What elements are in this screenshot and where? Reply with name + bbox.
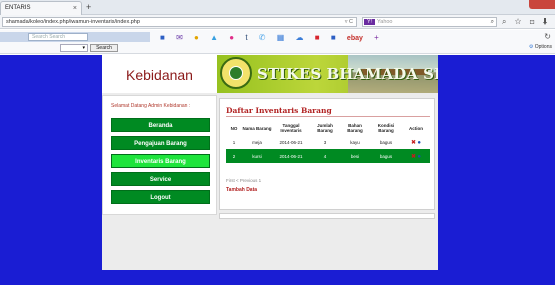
calendar-icon[interactable]: ▦ [277,32,285,43]
column-header: Jumlah Barang [317,123,333,133]
main-content: Daftar Inventaris Barang NO Nama Barang … [219,98,435,210]
sidebar-item-beranda[interactable]: Beranda [111,118,210,132]
site-banner: STIKES BHAMADA SLAWI [217,55,438,93]
footer-bar [219,213,435,219]
url-text: shamada/koleo/index.php/iwamun-inventari… [6,19,140,25]
flickr-icon[interactable]: ● [229,32,234,43]
cell-kondisi: bagus [379,140,393,145]
cell-tanggal: 2014-06-21 [279,140,303,145]
page-background: Kebidanan STIKES BHAMADA SLAWI Selamat D… [0,55,555,285]
add-icon[interactable]: + [374,32,379,43]
mail-icon[interactable]: ✉ [176,32,183,43]
sidebar-item-inventaris-barang[interactable]: Inventaris Barang [111,154,210,168]
cell-bahan: kayu [350,140,360,145]
site-brand: Kebidanan [126,67,193,83]
browser-tab[interactable]: ENTARIS × [0,1,82,15]
sidebar: Selamat Datang Admin Kebidanan : Beranda… [102,95,217,215]
delete-icon[interactable]: ✖ [411,139,416,146]
page-title: Daftar Inventaris Barang [226,106,332,115]
cell-nama: meja [252,140,262,145]
address-bar[interactable]: shamada/koleo/index.php/iwamun-inventari… [2,17,357,27]
image-icon[interactable]: ▲ [210,32,218,43]
search-icon[interactable]: ■ [160,32,165,43]
window-close-button[interactable] [529,0,555,9]
ebay-icon[interactable]: ebay [347,33,363,44]
cell-no: 2 [226,149,242,163]
browser-tab-bar: ENTARIS × + [0,0,555,15]
addon-toolbar: Search Search ▾ Search ■ ✉ ● ▲ ● t ✆ ▦ ☁… [0,30,555,54]
close-tab-icon[interactable]: × [73,2,77,15]
table-header-row: NO Nama Barang Tanggal Inventaris Jumlah… [226,120,430,136]
column-header: Nama Barang [242,125,272,131]
options-icon: ⚙ [528,44,534,50]
column-header: Kondisi Barang [377,123,395,133]
inventory-table: NO Nama Barang Tanggal Inventaris Jumlah… [226,120,430,163]
toolbar-dropdown[interactable]: ▾ [60,44,88,52]
sidebar-item-pengajuan-barang[interactable]: Pengajuan Barang [111,136,210,150]
weather-icon[interactable]: ☁ [296,32,304,43]
toolbar-options[interactable]: ⚙ Options [529,44,552,50]
add-data-link[interactable]: Tambah Data [226,187,257,193]
welcome-text: Selamat Datang Admin Kebidanan : [111,103,191,109]
campus-logo-icon [220,57,252,89]
cell-nama: kursi [242,149,272,163]
edit-icon[interactable]: ● [417,140,421,146]
edit-icon[interactable]: ● [417,154,421,160]
search-icon[interactable]: ⌕ [491,18,494,26]
column-header: Action [409,125,423,131]
logo-emblem [229,66,243,80]
toolbar-search-input[interactable]: Search Search [28,33,88,41]
column-header: NO [230,125,238,131]
reload-icon[interactable]: ▿ C [345,18,353,26]
column-header: Bahan Barang [347,123,363,133]
browser-search-input[interactable]: Y! Yahoo ⌕ [362,17,497,27]
yahoo-logo-icon: Y! [364,19,375,25]
cell-tanggal: 2014-06-21 [272,149,310,163]
chat-icon[interactable]: ✆ [259,32,266,43]
toolbar-refresh-icon[interactable]: ↻ [544,32,551,41]
column-header: Tanggal Inventaris [280,123,302,133]
tumblr-icon[interactable]: t [245,32,247,43]
delete-icon[interactable]: ✖ [411,153,416,160]
cell-jumlah: 4 [310,149,340,163]
bookmark-icon[interactable]: ■ [315,32,320,43]
browser-nav-icons[interactable]: ⌕ ☆ ⊡ ⬇ ⌂ ≡ [502,17,555,27]
cell-jumlah: 3 [323,140,327,145]
table-row[interactable]: 2 kursi 2014-06-21 4 besi bagus ✖ ● [226,149,430,163]
pagination[interactable]: First < Previous 1 [226,178,261,183]
brand-box: Kebidanan [102,55,217,93]
cell-no: 1 [232,140,236,145]
flipboard-icon[interactable]: ■ [331,32,336,43]
cell-bahan: besi [340,149,370,163]
title-divider [226,116,430,117]
banner-title: STIKES BHAMADA SLAWI [257,65,438,83]
options-label: Options [534,44,552,50]
cell-kondisi: bagus [370,149,402,163]
tab-title: ENTARIS [5,5,31,11]
search-placeholder: Yahoo [377,19,393,25]
sidebar-item-service[interactable]: Service [111,172,210,186]
toolbar-search-button[interactable]: Search [90,44,118,52]
toolbar-icons: ■ ✉ ● ▲ ● t ✆ ▦ ☁ ■ ■ ebay + [160,32,388,43]
table-row[interactable]: 1 meja 2014-06-21 3 kayu bagus ✖ ● [226,136,430,149]
navigation-bar: shamada/koleo/index.php/iwamun-inventari… [0,15,555,29]
site-container: Kebidanan STIKES BHAMADA SLAWI Selamat D… [102,55,438,270]
cell-action: ✖ ● [402,149,430,163]
sidebar-item-logout[interactable]: Logout [111,190,210,204]
shopping-icon[interactable]: ● [194,32,199,43]
new-tab-button[interactable]: + [86,1,91,13]
cell-action: ✖ ● [402,136,430,149]
